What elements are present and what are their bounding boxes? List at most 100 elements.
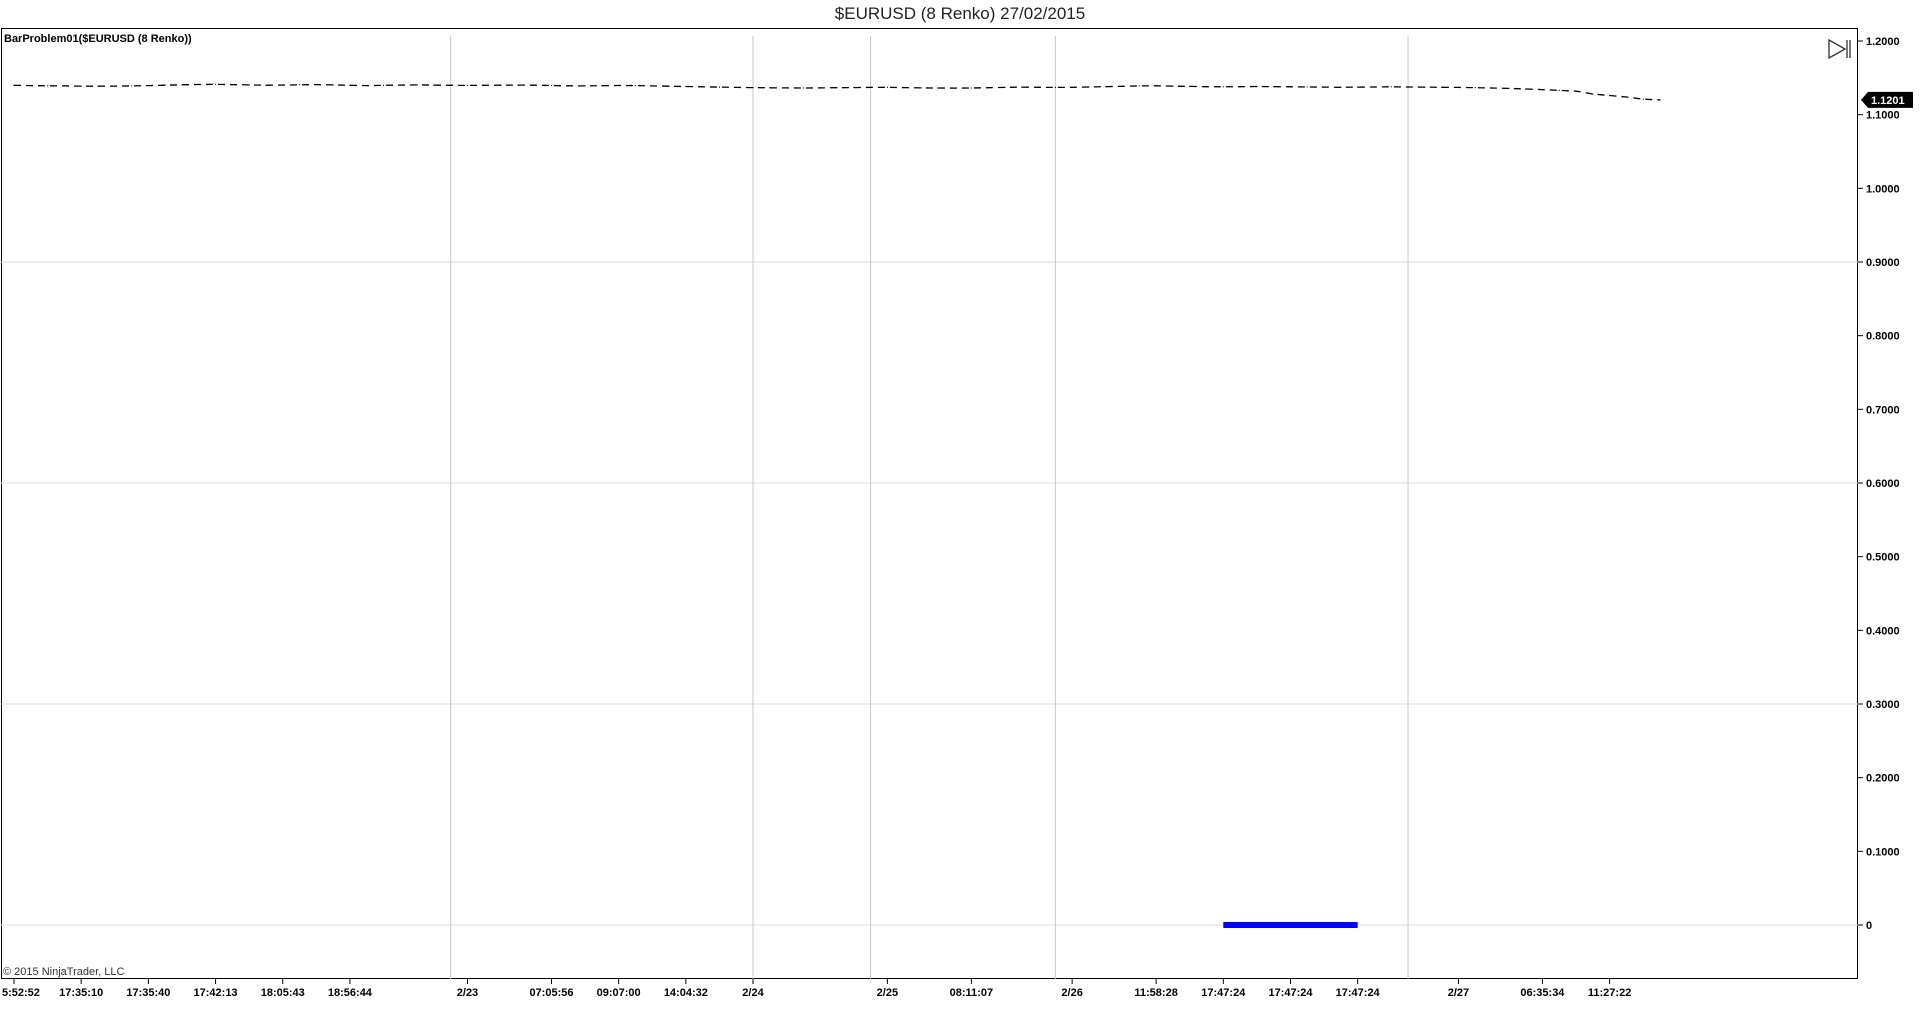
price-series-point bbox=[1222, 86, 1224, 88]
price-series-point bbox=[198, 83, 200, 86]
price-series-point bbox=[1558, 89, 1560, 91]
price-series-point bbox=[1541, 89, 1544, 91]
price-series-point bbox=[298, 84, 301, 86]
scroll-to-end-icon[interactable] bbox=[1826, 37, 1852, 61]
x-axis-tick-label: 07:05:56 bbox=[529, 987, 573, 999]
x-axis-tick-label: 18:05:43 bbox=[261, 987, 305, 999]
price-series-point bbox=[1256, 85, 1258, 88]
price-series-point bbox=[1609, 94, 1611, 97]
price-series-point bbox=[1189, 85, 1191, 87]
price-series-point bbox=[366, 84, 368, 87]
price-series-point bbox=[836, 87, 838, 89]
price-series-point bbox=[1004, 86, 1006, 89]
price-series-point bbox=[1105, 86, 1107, 88]
x-axis-tick-label: 11:58:28 bbox=[1134, 987, 1177, 999]
price-series-point bbox=[1390, 86, 1392, 88]
price-series-point bbox=[181, 84, 183, 86]
price-series-point bbox=[1659, 99, 1661, 101]
x-axis-tick-label: 2/25 bbox=[877, 987, 898, 999]
price-series-point bbox=[1441, 86, 1443, 88]
price-series-point bbox=[1155, 85, 1157, 87]
price-series-point bbox=[970, 87, 972, 89]
price-series-point bbox=[483, 84, 485, 86]
price-series-point bbox=[1273, 86, 1275, 88]
y-axis-tick-label: 0.8000 bbox=[1866, 331, 1900, 343]
price-series-point bbox=[567, 85, 569, 87]
price-series-point bbox=[1340, 86, 1342, 88]
x-axis-tick-label: 08:11:07 bbox=[950, 987, 993, 999]
x-axis-tick-label: 5:52:52 bbox=[2, 987, 40, 999]
price-series-point bbox=[534, 84, 536, 86]
y-axis-tick-label: 0.9000 bbox=[1866, 257, 1900, 269]
y-axis-tick-label: 1.1000 bbox=[1866, 110, 1900, 122]
price-series-point bbox=[869, 86, 872, 89]
price-series-point bbox=[315, 84, 317, 86]
price-series-point bbox=[1525, 88, 1527, 90]
y-axis-tick-label: 0.5000 bbox=[1866, 552, 1900, 564]
price-series-point bbox=[1138, 85, 1140, 87]
y-axis-tick-label: 0.2000 bbox=[1866, 773, 1900, 785]
price-series-point bbox=[937, 87, 939, 89]
price-series-point bbox=[1592, 93, 1594, 95]
price-series-point bbox=[802, 87, 805, 89]
price-series-point bbox=[1205, 86, 1208, 88]
price-series-point bbox=[903, 86, 905, 89]
x-axis-tick-label: 17:35:10 bbox=[59, 987, 103, 999]
y-axis-tick-label: 0.6000 bbox=[1866, 478, 1900, 490]
price-series-point bbox=[550, 84, 553, 87]
y-axis-tick-label: 0 bbox=[1866, 920, 1872, 932]
chart-svg: 1.2000 1.1000 1.0000 0.9000 0.8000 0.7000 0.60… bbox=[1, 36, 1913, 999]
price-series-point bbox=[853, 86, 855, 89]
price-series-point bbox=[1508, 87, 1510, 90]
x-axis-tick-label: 17:35:40 bbox=[126, 987, 170, 999]
y-axis-tick-label: 0.3000 bbox=[1866, 699, 1900, 711]
price-series-point bbox=[46, 85, 49, 87]
indicator-label: BarProblem01($EURUSD (8 Renko)) bbox=[4, 33, 192, 45]
renko-bar-marker bbox=[1223, 922, 1358, 928]
y-axis-tick-label: 1.2000 bbox=[1866, 36, 1900, 48]
price-series-point bbox=[618, 84, 620, 87]
x-axis-tick-label: 14:04:32 bbox=[664, 987, 708, 999]
price-series-point bbox=[114, 85, 116, 87]
price-series-point bbox=[332, 84, 334, 86]
price-series-point bbox=[1474, 87, 1476, 89]
price-series-point bbox=[1306, 86, 1308, 88]
price-series-point bbox=[500, 84, 502, 86]
price-series-point bbox=[651, 85, 653, 87]
price-series-point bbox=[433, 84, 435, 86]
price-series-point bbox=[214, 83, 217, 85]
price-series-point bbox=[1289, 86, 1292, 88]
price-series-point bbox=[886, 86, 888, 88]
price-series-point bbox=[399, 84, 401, 86]
price-series-point bbox=[248, 84, 250, 86]
price-series-point bbox=[450, 84, 452, 86]
price-series-point bbox=[584, 85, 586, 87]
price-series-point bbox=[1071, 86, 1073, 88]
price-series-point bbox=[1172, 85, 1174, 87]
price-series-point bbox=[1491, 87, 1493, 89]
price-series-point bbox=[769, 87, 771, 89]
price-series-point bbox=[466, 84, 469, 87]
copyright-text: © 2015 NinjaTrader, LLC bbox=[3, 966, 125, 978]
price-series-point bbox=[265, 84, 267, 86]
y-axis-tick-label: 1.0000 bbox=[1866, 183, 1900, 195]
price-series-point bbox=[601, 85, 603, 87]
x-axis-tick-label: 09:07:00 bbox=[597, 987, 641, 999]
price-series-point bbox=[819, 87, 821, 89]
price-series-point bbox=[786, 87, 788, 89]
x-axis-tick-label: 2/27 bbox=[1448, 987, 1469, 999]
price-series-point bbox=[752, 86, 754, 89]
price-series-point bbox=[30, 84, 32, 87]
price-series-point bbox=[634, 85, 637, 87]
x-axis-tick-label: 2/26 bbox=[1061, 987, 1082, 999]
price-series-point bbox=[1357, 86, 1359, 88]
x-axis-tick-label: 2/23 bbox=[457, 987, 478, 999]
price-series-point bbox=[164, 84, 166, 86]
price-series-point bbox=[1407, 86, 1409, 88]
price-series-point bbox=[282, 84, 284, 86]
price-series-point bbox=[416, 84, 418, 86]
price-series-point bbox=[1021, 86, 1023, 88]
last-price-label: 1.1201 bbox=[1871, 95, 1905, 107]
price-series-point bbox=[1037, 86, 1040, 88]
x-axis-tick-label: 11:27:22 bbox=[1588, 987, 1631, 999]
